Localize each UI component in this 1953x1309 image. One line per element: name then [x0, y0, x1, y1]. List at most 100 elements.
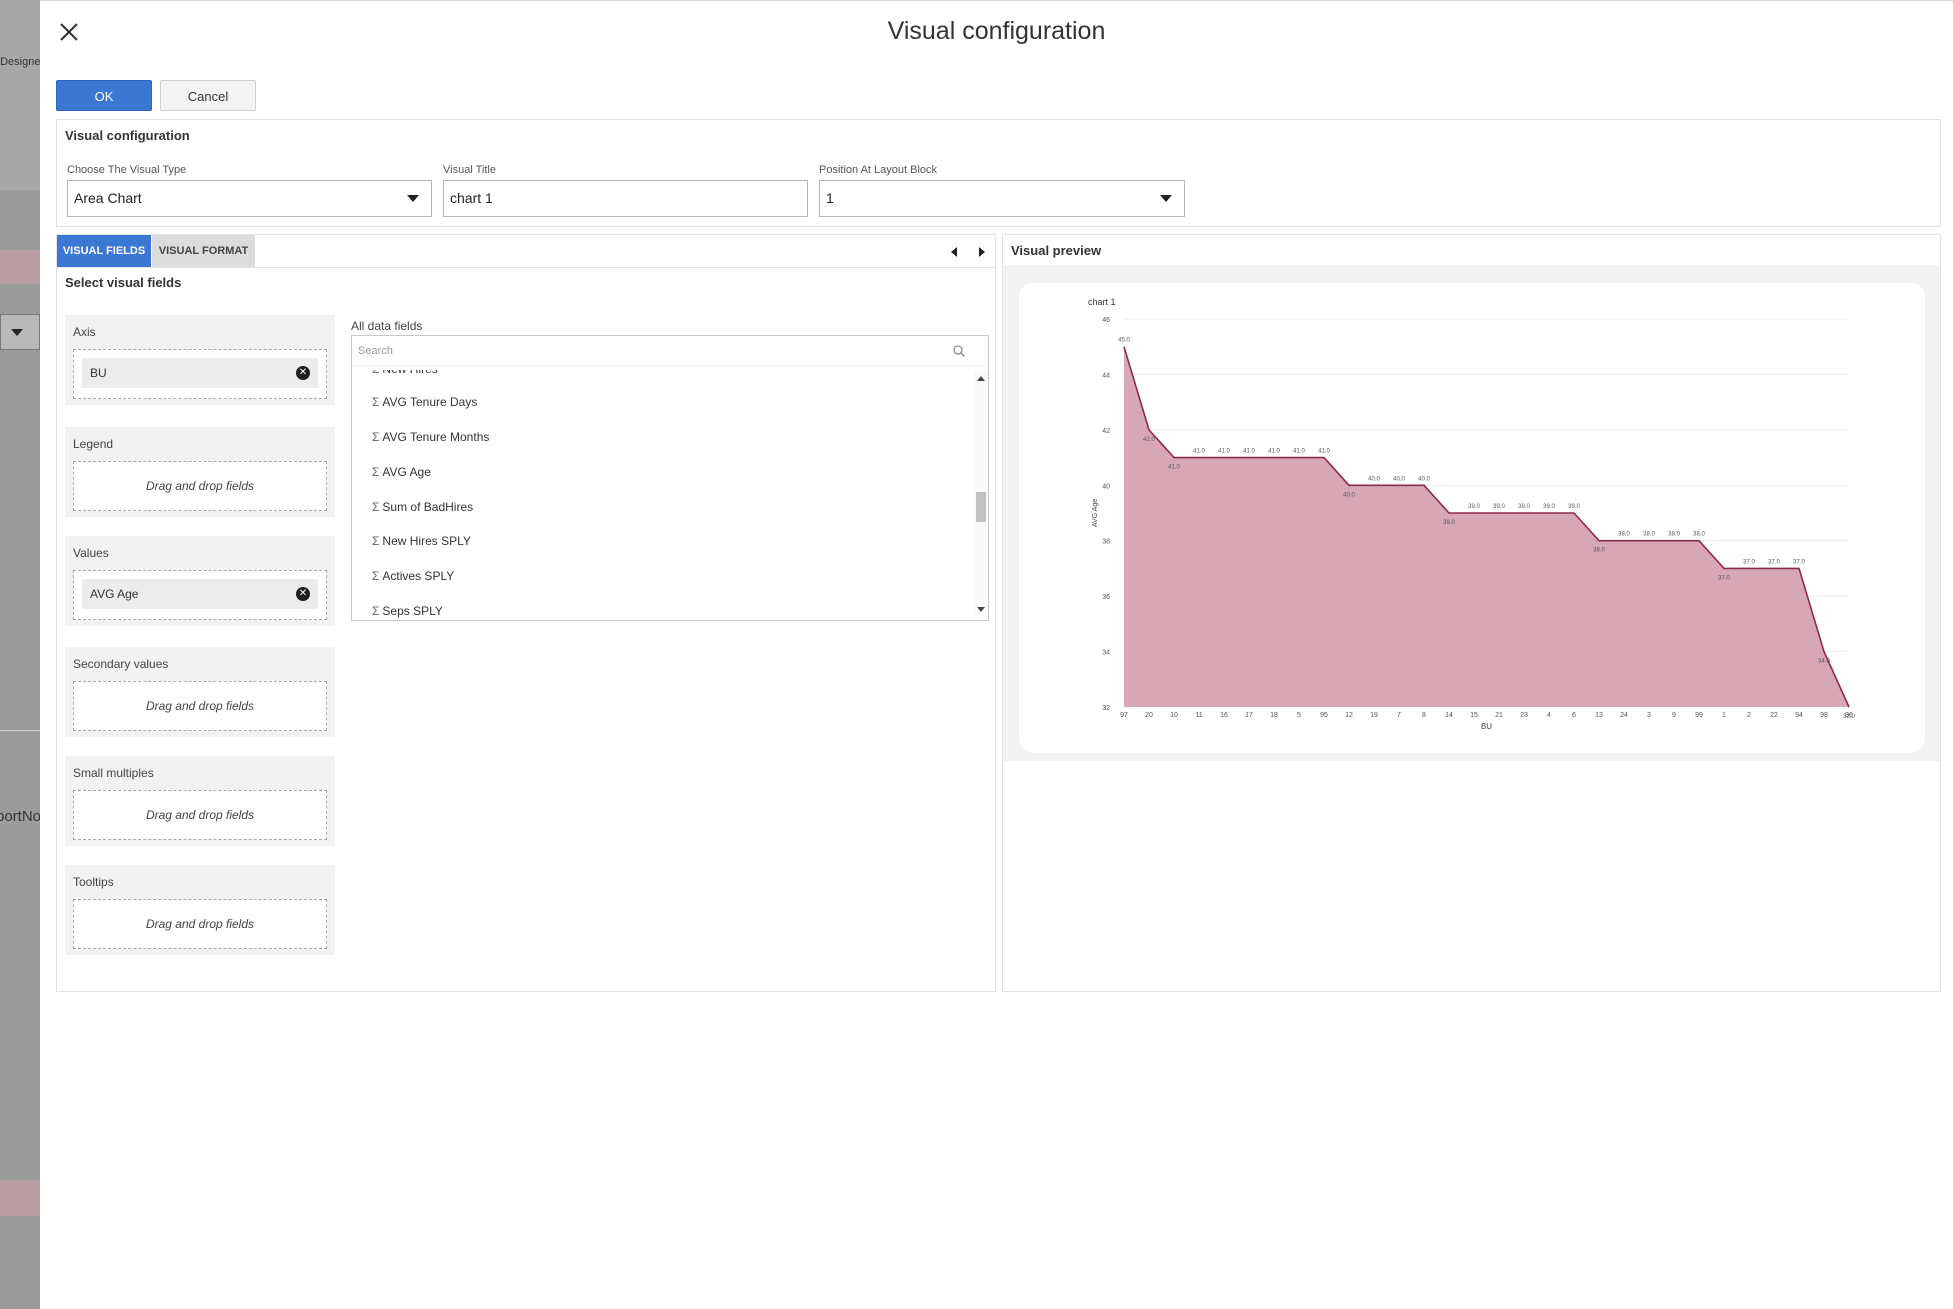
values-field-chip[interactable]: AVG Age ✕	[82, 579, 318, 609]
list-item[interactable]: Σ Actives SPLY	[372, 569, 454, 583]
background-app: t Designer portNo	[0, 0, 40, 1309]
drop-hint: Drag and drop fields	[145, 917, 255, 931]
list-item[interactable]: Σ New Hires SPLY	[372, 534, 471, 548]
y-tick-label: 40	[1102, 483, 1110, 490]
legend-drop-zone[interactable]: Drag and drop fields	[73, 461, 327, 511]
data-label: 38.0	[1593, 548, 1605, 554]
remove-icon[interactable]: ✕	[296, 587, 310, 601]
sigma-icon: Σ	[372, 500, 380, 514]
series-area	[1124, 346, 1849, 707]
sigma-icon: Σ	[372, 604, 380, 618]
axis-chip-label: BU	[90, 366, 107, 380]
drop-hint: Drag and drop fields	[145, 808, 255, 822]
data-label: 40.0	[1343, 492, 1355, 498]
list-item[interactable]: Σ AVG Age	[372, 465, 431, 479]
x-tick-label: 6	[1572, 712, 1576, 719]
data-label: 38.0	[1618, 532, 1630, 538]
data-label: 42.0	[1143, 437, 1155, 443]
x-tick-label: 94	[1795, 712, 1803, 719]
x-tick-label: 19	[1370, 712, 1378, 719]
sigma-icon: Σ	[372, 395, 380, 409]
scroll-thumb[interactable]	[976, 492, 986, 522]
list-item[interactable]: Σ AVG Tenure Days	[372, 395, 477, 409]
scroll-up-icon[interactable]	[977, 376, 985, 381]
x-tick-label: 23	[1520, 712, 1528, 719]
x-tick-label: 7	[1397, 712, 1401, 719]
data-label: 40.0	[1368, 476, 1380, 482]
y-tick-label: 36	[1102, 594, 1110, 601]
chevron-right-icon[interactable]	[979, 247, 985, 257]
bg-block	[0, 250, 40, 284]
area-chart: 323436384042444645.042.041.041.0 41.0 41.0…	[1088, 297, 1855, 731]
x-tick-label: 4	[1547, 712, 1551, 719]
values-drop-zone[interactable]: AVG Age ✕	[73, 570, 327, 620]
position-select[interactable]: 1	[819, 180, 1185, 217]
x-tick-label: 11	[1195, 712, 1202, 719]
scroll-down-icon[interactable]	[977, 607, 985, 612]
sigma-icon: Σ	[372, 534, 380, 548]
position-value: 1	[826, 190, 834, 206]
list-item[interactable]: Σ Seps SPLY	[372, 604, 443, 618]
y-tick-label: 34	[1102, 650, 1110, 657]
tab-visual-format[interactable]: VISUAL FORMAT	[152, 235, 255, 267]
ok-button[interactable]: OK	[56, 80, 152, 111]
chart-title: chart 1	[1088, 297, 1116, 307]
data-label: 34.0	[1818, 659, 1830, 665]
values-chip-label: AVG Age	[90, 587, 139, 601]
visual-type-value: Area Chart	[74, 190, 142, 206]
x-tick-label: 13	[1595, 712, 1603, 719]
x-tick-label: 99	[1695, 712, 1703, 719]
axis-label: Axis	[73, 325, 96, 339]
x-tick-label: 98	[1820, 712, 1828, 719]
y-tick-label: 44	[1102, 372, 1110, 379]
dialog-title: Visual configuration	[887, 17, 1106, 45]
cancel-button[interactable]: Cancel	[160, 80, 256, 111]
x-tick-label: 97	[1120, 712, 1128, 719]
list-item-label: Seps SPLY	[382, 604, 443, 618]
data-label: 39.0	[1468, 504, 1480, 510]
data-label: 39.0	[1568, 504, 1580, 510]
data-label: 38.0	[1693, 532, 1705, 538]
small-multiples-drop-zone[interactable]: Drag and drop fields	[73, 790, 327, 840]
visual-title-input[interactable]: chart 1	[443, 180, 808, 217]
axis-drop-zone[interactable]: BU ✕	[73, 349, 327, 399]
list-item[interactable]: Σ AVG Tenure Months	[372, 430, 489, 444]
tab-visual-fields[interactable]: VISUAL FIELDS	[57, 235, 151, 267]
chevron-down-icon	[1160, 195, 1172, 202]
tooltips-label: Tooltips	[73, 875, 114, 889]
secondary-values-drop-zone[interactable]: Drag and drop fields	[73, 681, 327, 731]
axis-well: Axis BU ✕	[65, 315, 335, 405]
sigma-icon: Σ	[372, 465, 380, 479]
values-label: Values	[73, 546, 109, 560]
scrollbar[interactable]	[974, 372, 988, 616]
chevron-left-icon[interactable]	[951, 247, 957, 257]
x-tick-label: 95	[1320, 712, 1328, 719]
small-multiples-label: Small multiples	[73, 766, 154, 780]
x-tick-label: 16	[1220, 712, 1228, 719]
axis-field-chip[interactable]: BU ✕	[82, 358, 318, 388]
list-divider	[352, 365, 988, 366]
bg-block	[0, 730, 40, 731]
visual-type-select[interactable]: Area Chart	[67, 180, 432, 217]
visual-title-label: Visual Title	[443, 164, 496, 176]
x-tick-label: 2	[1747, 712, 1751, 719]
search-icon[interactable]	[952, 344, 966, 358]
remove-icon[interactable]: ✕	[296, 366, 310, 380]
search-input[interactable]	[358, 340, 944, 362]
bg-designer-text: t Designer	[0, 56, 40, 68]
data-label: 40.0	[1393, 476, 1405, 482]
list-item[interactable]: Σ Sum of BadHires	[372, 500, 473, 514]
bg-dropdown[interactable]	[0, 314, 40, 350]
y-tick-label: 32	[1102, 705, 1110, 712]
drop-hint: Drag and drop fields	[145, 479, 255, 493]
visual-title-value: chart 1	[450, 190, 493, 206]
x-tick-label: 9	[1672, 712, 1676, 719]
data-label: 39.0	[1493, 504, 1505, 510]
x-tick-label: 1	[1722, 712, 1726, 719]
x-tick-label: 24	[1620, 712, 1628, 719]
tooltips-drop-zone[interactable]: Drag and drop fields	[73, 899, 327, 949]
data-label: 37.0	[1718, 575, 1730, 581]
list-item-label: AVG Age	[382, 465, 431, 479]
legend-label: Legend	[73, 437, 114, 451]
secondary-values-well: Secondary values Drag and drop fields	[65, 647, 335, 737]
